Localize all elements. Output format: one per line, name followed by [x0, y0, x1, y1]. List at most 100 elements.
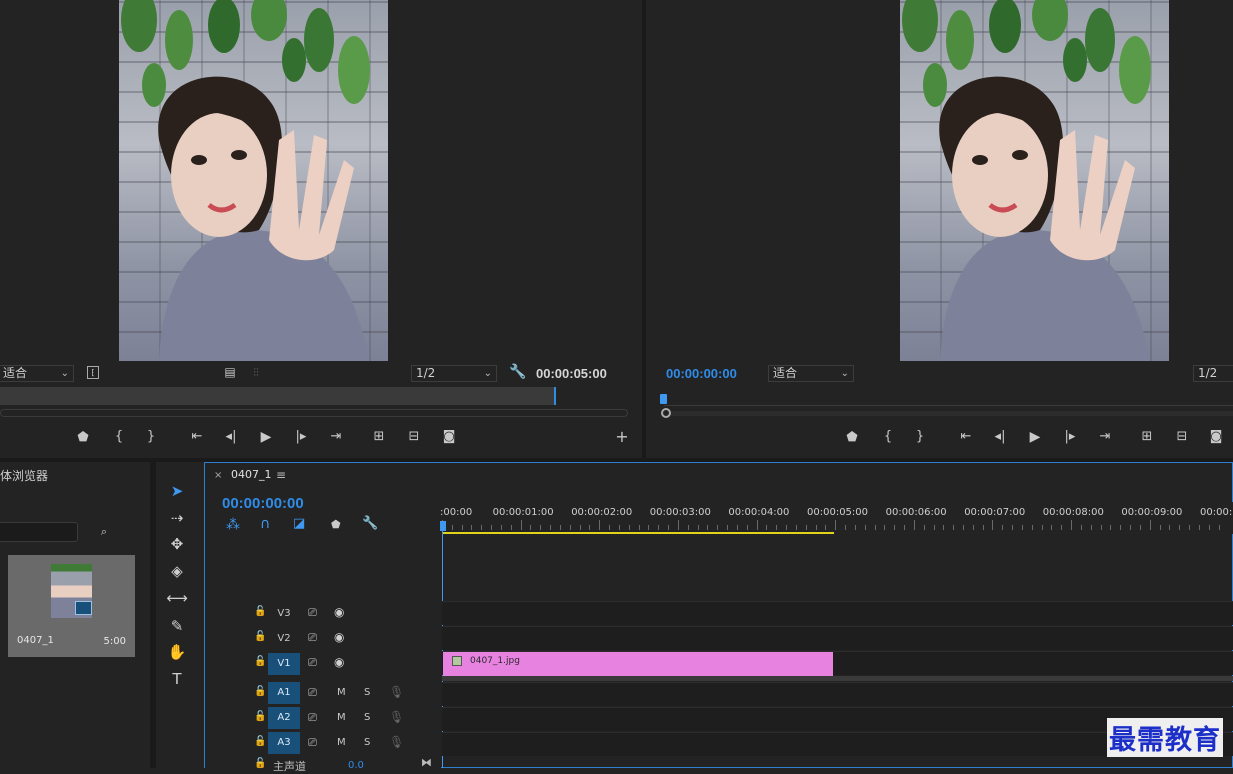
- search-input[interactable]: [0, 522, 78, 542]
- track-target-a3[interactable]: A3: [268, 732, 300, 754]
- track-lock-icon[interactable]: 🔓: [254, 656, 266, 667]
- master-lock-icon[interactable]: 🔓: [254, 758, 266, 769]
- go-to-out-icon[interactable]: ⇥: [327, 430, 345, 444]
- track-select-tool-icon[interactable]: ⇢: [164, 507, 190, 529]
- safe-margins-icon[interactable]: ⁅: [87, 366, 99, 379]
- slip-tool-icon[interactable]: ⟷: [164, 587, 190, 609]
- export-frame-icon[interactable]: ◙: [1208, 430, 1224, 444]
- step-back-icon[interactable]: ◂|: [223, 430, 239, 444]
- mute-button[interactable]: M: [337, 737, 346, 748]
- film-strip-icon[interactable]: ▤: [224, 365, 236, 379]
- lane-v3[interactable]: [442, 601, 1233, 625]
- ruler-tick: [717, 525, 719, 530]
- solo-button[interactable]: S: [364, 737, 370, 748]
- lane-v2[interactable]: [442, 626, 1233, 650]
- track-lock-icon[interactable]: 🔓: [254, 686, 266, 697]
- wrench-icon[interactable]: 🔧: [509, 365, 526, 379]
- add-button-icon[interactable]: +: [615, 429, 629, 445]
- mark-in-icon[interactable]: {: [112, 430, 126, 444]
- program-zoom-bar[interactable]: [671, 411, 1233, 416]
- media-browser-title[interactable]: 媒体浏览器: [0, 467, 48, 484]
- master-volume-value[interactable]: 0.0: [348, 760, 364, 771]
- lane-a1[interactable]: [442, 682, 1233, 706]
- toggle-sync-lock-icon[interactable]: ⎚: [308, 656, 317, 670]
- type-tool-icon[interactable]: T: [164, 668, 190, 690]
- go-to-end-icon[interactable]: ⧓: [421, 756, 432, 769]
- ruler-tick: [933, 525, 935, 530]
- program-resolution-dropdown[interactable]: 1/2: [1193, 365, 1233, 382]
- export-frame-icon[interactable]: ◙: [441, 430, 457, 444]
- mark-in-icon[interactable]: {: [881, 430, 895, 444]
- step-forward-icon[interactable]: |▸: [293, 430, 309, 444]
- sequence-icon[interactable]: ◪: [293, 516, 305, 531]
- hand-tool-icon[interactable]: ✋: [164, 641, 190, 663]
- go-to-in-icon[interactable]: ⇤: [957, 430, 975, 444]
- step-forward-icon[interactable]: |▸: [1062, 430, 1078, 444]
- ripple-edit-tool-icon[interactable]: ✥: [164, 533, 190, 555]
- timeline-tab-close-icon[interactable]: ×: [214, 470, 222, 481]
- play-icon[interactable]: ▶: [258, 430, 274, 444]
- add-marker-icon[interactable]: ⬟: [76, 431, 90, 445]
- audio-waveform-icon[interactable]: ⫶⫶: [248, 366, 264, 380]
- go-to-in-icon[interactable]: ⇤: [188, 430, 206, 444]
- eye-icon[interactable]: ◉: [334, 630, 344, 644]
- track-target-v2[interactable]: V2: [268, 628, 300, 650]
- microphone-icon[interactable]: 🎙: [389, 735, 404, 749]
- program-playhead-marker[interactable]: [660, 394, 667, 404]
- selection-tool-icon[interactable]: ➤: [164, 480, 190, 502]
- pen-tool-icon[interactable]: ✎: [164, 615, 190, 637]
- track-lock-icon[interactable]: 🔓: [254, 631, 266, 642]
- timeline-menu-icon[interactable]: ≡: [276, 468, 286, 482]
- source-resolution-dropdown[interactable]: 1/2 ⌄: [411, 365, 497, 382]
- snap-icon[interactable]: ⁂: [226, 517, 240, 533]
- mute-button[interactable]: M: [337, 712, 346, 723]
- source-zoom-bar[interactable]: [0, 409, 628, 417]
- mark-out-icon[interactable]: }: [913, 430, 927, 444]
- add-marker-icon[interactable]: ⬟: [331, 518, 341, 531]
- toggle-sync-lock-icon[interactable]: ⎚: [308, 736, 317, 750]
- linked-selection-icon[interactable]: ∩: [260, 516, 270, 532]
- extract-icon[interactable]: ⊟: [1172, 430, 1192, 444]
- toggle-sync-lock-icon[interactable]: ⎚: [308, 606, 317, 620]
- new-folder-icon[interactable]: ⌕: [96, 525, 112, 539]
- mute-button[interactable]: M: [337, 687, 346, 698]
- step-back-icon[interactable]: ◂|: [992, 430, 1008, 444]
- go-to-out-icon[interactable]: ⇥: [1096, 430, 1114, 444]
- eye-icon[interactable]: ◉: [334, 655, 344, 669]
- toggle-sync-lock-icon[interactable]: ⎚: [308, 686, 317, 700]
- insert-icon[interactable]: ⊞: [369, 430, 389, 444]
- timeline-timecode[interactable]: 00:00:00:00: [222, 495, 304, 512]
- toggle-sync-lock-icon[interactable]: ⎚: [308, 711, 317, 725]
- source-fit-dropdown[interactable]: 适合 ⌄: [0, 365, 74, 382]
- track-target-v3[interactable]: V3: [268, 603, 300, 625]
- timeline-clip[interactable]: 0407_1.jpg: [443, 652, 833, 676]
- track-target-a1[interactable]: A1: [268, 682, 300, 704]
- program-fit-dropdown[interactable]: 适合 ⌄: [768, 365, 854, 382]
- solo-button[interactable]: S: [364, 687, 370, 698]
- microphone-icon[interactable]: 🎙: [389, 710, 404, 724]
- lift-icon[interactable]: ⊞: [1137, 430, 1157, 444]
- track-lock-icon[interactable]: 🔓: [254, 711, 266, 722]
- program-zoom-handle[interactable]: [661, 408, 671, 418]
- ruler-tick: [451, 525, 453, 530]
- track-lock-icon[interactable]: 🔓: [254, 606, 266, 617]
- timeline-settings-wrench-icon[interactable]: 🔧: [362, 516, 378, 531]
- track-target-a2[interactable]: A2: [268, 707, 300, 729]
- track-lock-icon[interactable]: 🔓: [254, 736, 266, 747]
- program-timecode[interactable]: 00:00:00:00: [666, 366, 737, 381]
- razor-tool-icon[interactable]: ◈: [164, 560, 190, 582]
- toggle-sync-lock-icon[interactable]: ⎚: [308, 631, 317, 645]
- add-marker-icon[interactable]: ⬟: [845, 431, 859, 445]
- solo-button[interactable]: S: [364, 712, 370, 723]
- eye-icon[interactable]: ◉: [334, 605, 344, 619]
- microphone-icon[interactable]: 🎙: [389, 685, 404, 699]
- timeline-playhead-handle[interactable]: [440, 521, 446, 531]
- timeline-tab[interactable]: 0407_1: [231, 468, 272, 481]
- mark-out-icon[interactable]: }: [144, 430, 158, 444]
- work-area-bar[interactable]: [442, 532, 834, 534]
- track-target-v1[interactable]: V1: [268, 653, 300, 675]
- play-icon[interactable]: ▶: [1027, 430, 1043, 444]
- overwrite-icon[interactable]: ⊟: [404, 430, 424, 444]
- source-scrubber[interactable]: [0, 387, 556, 405]
- media-thumbnail-card[interactable]: 0407_1 5:00: [8, 555, 135, 657]
